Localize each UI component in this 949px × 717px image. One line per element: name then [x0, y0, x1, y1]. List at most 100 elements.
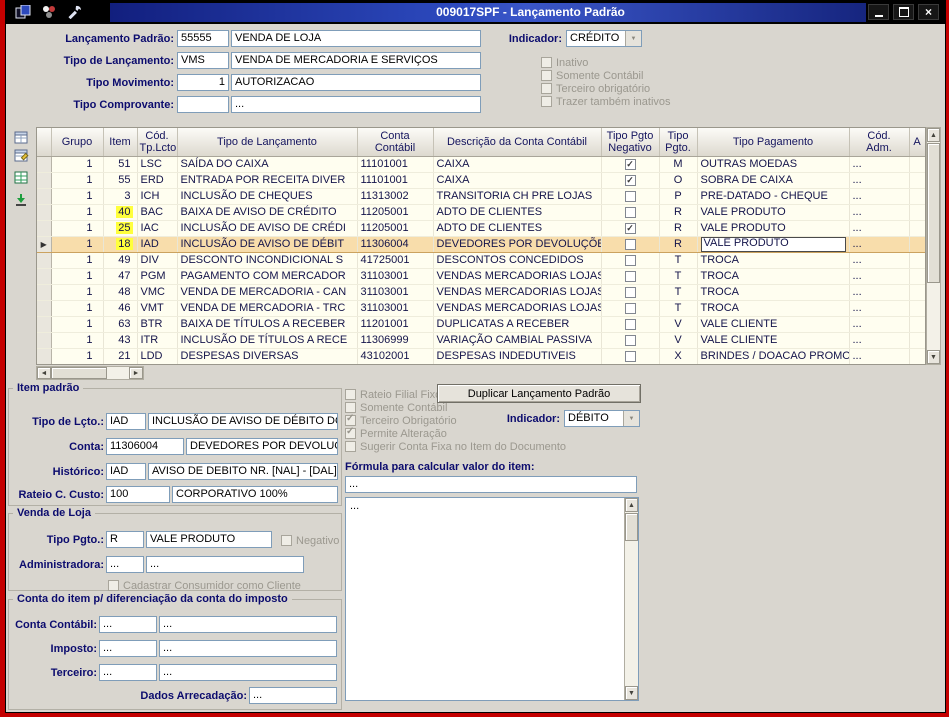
cell-tipo-pagamento[interactable]: BRINDES / DOACAO PROMOCI... [697, 348, 850, 364]
minimize-button[interactable] [868, 4, 889, 20]
cell-cod-tplcto[interactable]: IAD [137, 236, 178, 253]
cell-cod-adm[interactable]: ... [849, 172, 910, 189]
cell-cod-adm[interactable]: ... [849, 284, 910, 301]
cell-grupo[interactable]: 1 [51, 332, 104, 349]
tipo-lancamento-code-input[interactable]: VMS [177, 52, 229, 69]
somente-contabil-item-checkbox[interactable]: ✓ [345, 402, 356, 413]
lancamento-grid[interactable]: Grupo Item Cód. Tp.Lcto Tipo de Lançamen… [36, 127, 926, 365]
checkbox-somente-contabil-item[interactable]: ✓ Somente Contábil [345, 401, 447, 414]
formula-vscroll-thumb[interactable] [625, 513, 638, 541]
conta-contabil-desc-input[interactable]: ... [159, 616, 337, 633]
cell-cod-tplcto[interactable]: IAC [137, 220, 178, 237]
grid-row[interactable]: 1 63 BTR BAIXA DE TÍTULOS A RECEBER 1120… [37, 316, 925, 333]
cell-extra[interactable] [909, 156, 925, 173]
negativo-checkbox[interactable] [624, 270, 636, 282]
cadastrar-consumidor-checkbox[interactable]: ✓ [108, 580, 119, 591]
grid-row[interactable]: 1 49 DIV DESCONTO INCONDICIONAL S 417250… [37, 252, 925, 269]
grid-row[interactable]: ▶ 1 18 IAD INCLUSÃO DE AVISO DE DÉBIT 11… [37, 236, 925, 253]
cell-cod-tplcto[interactable]: BAC [137, 204, 178, 221]
cell-grupo[interactable]: 1 [51, 284, 104, 301]
cell-tipo-pgto-negativo[interactable] [601, 188, 660, 205]
grid-edit-icon[interactable] [12, 148, 30, 164]
vscroll-thumb[interactable] [927, 143, 940, 283]
cell-conta-contabil[interactable]: 11313002 [357, 188, 434, 205]
negativo-checkbox[interactable] [624, 238, 636, 250]
cell-tipo-pgto-negativo[interactable] [601, 284, 660, 301]
cell-tipo-lancamento[interactable]: VENDA DE MERCADORIA - TRC [177, 300, 358, 317]
tipo-comprovante-desc-input[interactable]: ... [231, 96, 481, 113]
cell-extra[interactable] [909, 348, 925, 364]
cell-grupo[interactable]: 1 [51, 220, 104, 237]
cell-tipo-pgto[interactable]: T [659, 284, 698, 301]
cell-extra[interactable] [909, 316, 925, 333]
scroll-down-button[interactable]: ▼ [927, 350, 940, 364]
cell-tipo-pgto-negativo[interactable] [601, 316, 660, 333]
cell-grupo[interactable]: 1 [51, 252, 104, 269]
cell-tipo-pgto-negativo[interactable] [601, 268, 660, 285]
checkbox-sugerir-conta-fixa[interactable]: ✓ Sugerir Conta Fixa no Item do Document… [345, 440, 566, 453]
negativo-checkbox[interactable] [624, 318, 636, 330]
cell-grupo[interactable]: 1 [51, 172, 104, 189]
negativo-flag-checkbox[interactable]: ✓ [281, 535, 292, 546]
cell-cod-tplcto[interactable]: VMC [137, 284, 178, 301]
cell-extra[interactable] [909, 172, 925, 189]
cell-item[interactable]: 43 [103, 332, 138, 349]
cell-descricao[interactable]: CAIXA [433, 156, 602, 173]
cell-tipo-pgto-negativo[interactable]: ✓ [601, 172, 660, 189]
cell-extra[interactable] [909, 252, 925, 269]
cell-tipo-pagamento[interactable]: PRE-DATADO - CHEQUE [697, 188, 850, 205]
close-button[interactable]: × [918, 4, 939, 20]
duplicar-lancamento-button[interactable]: Duplicar Lançamento Padrão [437, 384, 641, 403]
formula-line-input[interactable]: ... [345, 476, 637, 493]
cell-tipo-pgto[interactable]: V [659, 316, 698, 333]
cell-tipo-pgto[interactable]: R [659, 220, 698, 237]
hscroll-thumb[interactable] [51, 367, 107, 379]
cell-tipo-pgto-negativo[interactable] [601, 204, 660, 221]
cell-tipo-lancamento[interactable]: INCLUSÃO DE CHEQUES [177, 188, 358, 205]
cell-tipo-pgto[interactable]: V [659, 332, 698, 349]
cell-descricao[interactable]: CAIXA [433, 172, 602, 189]
negativo-checkbox[interactable]: ✓ [624, 222, 636, 234]
col-grupo[interactable]: Grupo [51, 128, 104, 157]
cell-item[interactable]: 63 [103, 316, 138, 333]
negativo-checkbox[interactable] [624, 254, 636, 266]
wrench-icon[interactable] [66, 4, 84, 20]
cell-tipo-pagamento[interactable]: SOBRA DE CAIXA [697, 172, 850, 189]
cell-grupo[interactable]: 1 [51, 348, 104, 364]
grid-row[interactable]: 1 40 BAC BAIXA DE AVISO DE CRÉDITO 11205… [37, 204, 925, 221]
cell-conta-contabil[interactable]: 43102001 [357, 348, 434, 364]
cell-cod-tplcto[interactable]: VMT [137, 300, 178, 317]
cell-tipo-lancamento[interactable]: DESCONTO INCONDICIONAL S [177, 252, 358, 269]
grid-row[interactable]: 1 21 LDD DESPESAS DIVERSAS 43102001 DESP… [37, 348, 925, 364]
cell-tipo-lancamento[interactable]: DESPESAS DIVERSAS [177, 348, 358, 364]
scroll-left-button[interactable]: ◄ [37, 367, 51, 379]
tipo-pgto-desc-input[interactable]: VALE PRODUTO [146, 531, 272, 548]
negativo-checkbox[interactable] [624, 334, 636, 346]
checkbox-terceiro-obrigatorio-item[interactable]: ✓ Terceiro Obrigatório [345, 413, 457, 427]
checkbox-cadastrar-consumidor[interactable]: ✓ Cadastrar Consumidor como Cliente [108, 579, 301, 592]
cell-tipo-pgto-negativo[interactable] [601, 332, 660, 349]
cell-cod-adm[interactable]: ... [849, 348, 910, 364]
export-download-icon[interactable] [12, 192, 30, 208]
scroll-up-button[interactable]: ▲ [927, 128, 940, 142]
cell-conta-contabil[interactable]: 11306999 [357, 332, 434, 349]
cell-item[interactable]: 55 [103, 172, 138, 189]
tipo-lancamento-desc-input[interactable]: VENDA DE MERCADORIA E SERVIÇOS [231, 52, 481, 69]
cell-grupo[interactable]: 1 [51, 188, 104, 205]
cell-conta-contabil[interactable]: 41725001 [357, 252, 434, 269]
somente-contabil-checkbox[interactable]: ✓ [541, 70, 552, 81]
negativo-checkbox[interactable]: ✓ [624, 158, 636, 170]
tipo-movimento-desc-input[interactable]: AUTORIZACAO [231, 74, 481, 91]
cell-extra[interactable] [909, 204, 925, 221]
cell-cod-tplcto[interactable]: PGM [137, 268, 178, 285]
cell-extra[interactable] [909, 236, 925, 253]
cell-descricao[interactable]: DESPESAS INDEDUTIVEIS [433, 348, 602, 364]
cell-extra[interactable] [909, 220, 925, 237]
cell-cod-adm[interactable]: ... [849, 204, 910, 221]
cell-tipo-pagamento[interactable]: TROCA [697, 284, 850, 301]
col-descricao-conta[interactable]: Descrição da Conta Contábil [433, 128, 602, 157]
cell-conta-contabil[interactable]: 11205001 [357, 204, 434, 221]
negativo-checkbox[interactable] [624, 206, 636, 218]
scroll-right-button[interactable]: ► [129, 367, 143, 379]
cell-tipo-pgto[interactable]: M [659, 156, 698, 173]
